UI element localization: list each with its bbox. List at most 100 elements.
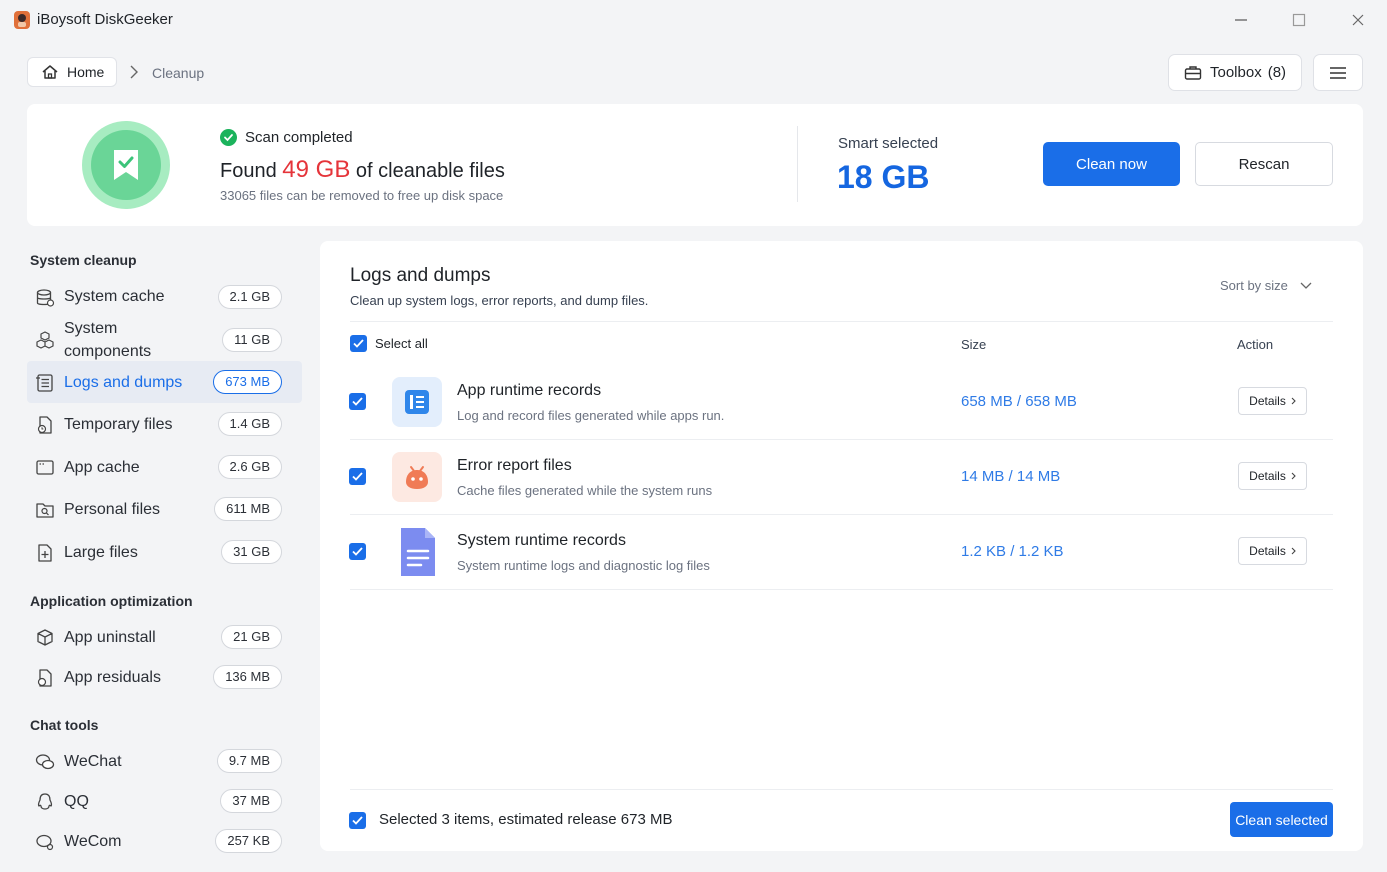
- row-size: 1.2 KB / 1.2 KB: [961, 543, 1064, 560]
- size-badge: 2.6 GB: [217, 455, 282, 479]
- sidebar-item-label: App uninstall: [64, 629, 156, 646]
- size-badge: 9.7 MB: [216, 749, 282, 773]
- temp-file-icon: [37, 416, 52, 434]
- menu-button[interactable]: [1313, 54, 1363, 91]
- sidebar-item-system-cache[interactable]: System cache 2.1 GB: [27, 276, 302, 318]
- qq-icon: [37, 793, 53, 810]
- sidebar-item-logs-and-dumps[interactable]: Logs and dumps 673 MB: [27, 361, 302, 403]
- select-all-checkbox[interactable]: Select all: [350, 335, 428, 352]
- sidebar-item-qq[interactable]: QQ 37 MB: [27, 780, 302, 822]
- home-label: Home: [67, 64, 105, 80]
- details-label: Details: [1249, 544, 1286, 558]
- app-window-icon: [36, 460, 54, 475]
- row-description: Log and record files generated while app…: [457, 408, 725, 423]
- sidebar-item-temporary-files[interactable]: Temporary files 1.4 GB: [27, 403, 302, 445]
- size-badge: 11 GB: [222, 328, 282, 352]
- sidebar-item-app-uninstall[interactable]: App uninstall 21 GB: [27, 616, 302, 658]
- size-badge: 257 KB: [215, 829, 282, 853]
- package-icon: [37, 629, 53, 646]
- row-size: 658 MB / 658 MB: [961, 393, 1077, 410]
- row-name: Error report files: [457, 457, 572, 474]
- toolbox-button[interactable]: Toolbox (8): [1168, 54, 1302, 91]
- details-button[interactable]: Details: [1238, 462, 1307, 490]
- error-report-icon: [392, 452, 442, 502]
- sidebar-item-label-line2: components: [64, 343, 152, 360]
- footer-checkbox[interactable]: [349, 812, 366, 829]
- chevron-right-icon: [1291, 472, 1296, 480]
- sort-dropdown[interactable]: Sort by size: [1220, 278, 1312, 293]
- sidebar-item-label: Temporary files: [64, 416, 173, 433]
- sidebar-item-label: App residuals: [64, 669, 161, 686]
- size-badge: 673 MB: [213, 370, 282, 394]
- column-header-action: Action: [1237, 337, 1274, 352]
- details-button[interactable]: Details: [1238, 537, 1307, 565]
- chevron-right-icon: [1291, 547, 1296, 555]
- app-records-icon: [392, 377, 442, 427]
- hamburger-icon: [1330, 66, 1346, 79]
- panel-title: Logs and dumps: [350, 265, 491, 286]
- window-title: iBoysoft DiskGeeker: [37, 11, 173, 28]
- maximize-button[interactable]: [1285, 6, 1313, 34]
- breadcrumb-current: Cleanup: [152, 65, 205, 81]
- logs-and-dumps-panel: Logs and dumps Clean up system logs, err…: [320, 241, 1363, 851]
- found-prefix: Found: [220, 160, 277, 182]
- size-badge: 1.4 GB: [217, 412, 282, 436]
- section-application-optimization: Application optimization: [30, 593, 193, 609]
- wecom-icon: [36, 834, 54, 851]
- smart-selected-value: 18 GB: [837, 159, 930, 195]
- sidebar-item-label: Large files: [64, 544, 138, 561]
- details-button[interactable]: Details: [1238, 387, 1307, 415]
- sidebar-item-personal-files[interactable]: Personal files 611 MB: [27, 488, 302, 530]
- sidebar-item-wecom[interactable]: WeCom 257 KB: [27, 820, 302, 862]
- row-checkbox[interactable]: [349, 393, 366, 410]
- table-row: App runtime records Log and record files…: [320, 365, 1363, 440]
- scan-summary-card: Scan completed Found 49 GB of cleanable …: [27, 104, 1363, 226]
- sidebar-item-system-components[interactable]: System components 11 GB: [27, 318, 302, 362]
- system-records-icon: [392, 527, 442, 577]
- sidebar-item-wechat[interactable]: WeChat 9.7 MB: [27, 740, 302, 782]
- sidebar-item-large-files[interactable]: Large files 31 GB: [27, 531, 302, 573]
- found-subtitle: 33065 files can be removed to free up di…: [220, 188, 504, 203]
- close-button[interactable]: [1344, 6, 1372, 34]
- sidebar-item-label: WeChat: [64, 753, 122, 770]
- minimize-button[interactable]: [1227, 6, 1255, 34]
- row-checkbox[interactable]: [349, 543, 366, 560]
- table-row: Error report files Cache files generated…: [320, 440, 1363, 515]
- size-badge: 21 GB: [221, 625, 282, 649]
- divider: [797, 126, 798, 202]
- toolbox-count: (8): [1267, 64, 1287, 81]
- chevron-right-icon: [1291, 397, 1296, 405]
- row-description: System runtime logs and diagnostic log f…: [457, 558, 710, 573]
- rescan-button[interactable]: Rescan: [1195, 142, 1333, 186]
- sidebar-item-label: Logs and dumps: [64, 374, 183, 391]
- selection-summary: Selected 3 items, estimated release 673 …: [379, 811, 673, 828]
- chevron-right-icon: [130, 65, 138, 79]
- checkbox-checked-icon: [350, 335, 367, 352]
- title-bar: iBoysoft DiskGeeker: [0, 0, 1387, 40]
- clean-now-button[interactable]: Clean now: [1043, 142, 1180, 186]
- size-badge: 37 MB: [220, 789, 282, 813]
- found-value: 49 GB: [282, 156, 351, 183]
- found-summary: Found 49 GB of cleanable files: [220, 156, 505, 184]
- folder-search-icon: [36, 503, 54, 518]
- database-icon: [36, 289, 55, 307]
- home-button[interactable]: Home: [27, 57, 117, 87]
- divider: [350, 789, 1333, 790]
- divider: [350, 321, 1333, 322]
- sidebar-item-app-residuals[interactable]: App residuals 136 MB: [27, 656, 302, 698]
- sidebar-item-label: System: [64, 320, 118, 337]
- smart-selected-label: Smart selected: [838, 135, 939, 152]
- row-name: System runtime records: [457, 532, 626, 549]
- sidebar-item-app-cache[interactable]: App cache 2.6 GB: [27, 446, 302, 488]
- scan-result-badge: [82, 121, 170, 209]
- sidebar-item-label: System cache: [64, 288, 165, 305]
- clean-selected-button[interactable]: Clean selected: [1230, 802, 1333, 837]
- bookmark-check-icon: [114, 150, 138, 180]
- section-system-cleanup: System cleanup: [30, 252, 137, 268]
- cubes-icon: [36, 331, 54, 349]
- app-logo-icon: [14, 11, 30, 29]
- column-header-size: Size: [961, 337, 987, 352]
- sidebar-item-label: App cache: [64, 459, 140, 476]
- log-list-icon: [36, 374, 53, 392]
- row-checkbox[interactable]: [349, 468, 366, 485]
